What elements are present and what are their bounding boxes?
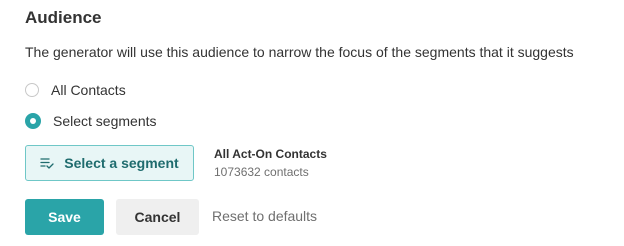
radio-option-select-segments[interactable]: Select segments: [25, 113, 157, 129]
radio-label-all-contacts: All Contacts: [51, 82, 126, 98]
selected-segment-name: All Act-On Contacts: [214, 147, 327, 161]
reset-to-defaults-link[interactable]: Reset to defaults: [212, 208, 317, 224]
radio-label-select-segments: Select segments: [53, 113, 157, 129]
selected-segment-count: 1073632 contacts: [214, 165, 309, 179]
save-button[interactable]: Save: [25, 199, 104, 235]
radio-unchecked-icon[interactable]: [25, 83, 39, 97]
radio-checked-icon[interactable]: [25, 113, 41, 129]
select-segment-button[interactable]: Select a segment: [25, 145, 194, 181]
selected-segment-info: All Act-On Contacts 1073632 contacts: [214, 147, 327, 179]
select-segment-label: Select a segment: [64, 155, 179, 171]
section-description: The generator will use this audience to …: [25, 44, 574, 60]
radio-option-all-contacts[interactable]: All Contacts: [25, 82, 126, 98]
cancel-button[interactable]: Cancel: [116, 199, 199, 235]
section-title: Audience: [25, 8, 102, 27]
list-check-icon: [40, 156, 54, 170]
